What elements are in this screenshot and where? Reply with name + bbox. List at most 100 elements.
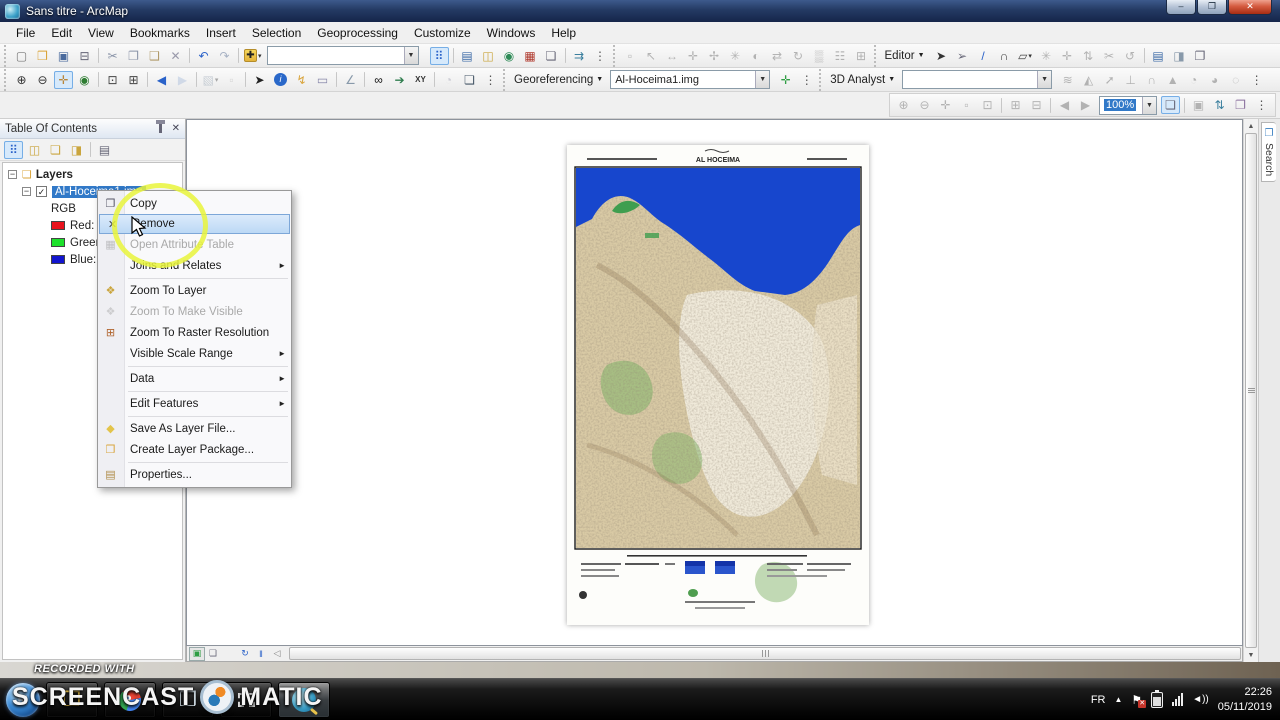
sun-shadow-icon[interactable]: ◔ (1184, 71, 1203, 89)
menu-view[interactable]: View (80, 24, 122, 42)
sketch-tool-icon[interactable]: / (974, 47, 993, 65)
map-canvas[interactable]: AL HOCEIMA (186, 119, 1243, 646)
layout-zoom-out-icon[interactable]: ⊖ (915, 96, 934, 114)
raster-icon[interactable]: ▒ (810, 47, 829, 65)
go-to-xy-icon[interactable]: XY (411, 71, 430, 89)
profile-graph-icon[interactable]: ◭ (1079, 71, 1098, 89)
pin-icon[interactable] (155, 120, 165, 133)
zoom-out-icon[interactable]: ⊖ (33, 71, 52, 89)
arctoolbox-icon[interactable]: ▦ (521, 47, 540, 65)
add-control-points-icon[interactable]: ✛ (776, 71, 795, 89)
grid-icon[interactable]: ⊞ (852, 47, 871, 65)
clear-selection-icon[interactable]: ▫ (222, 71, 241, 89)
find-route-icon[interactable]: ➔ (390, 71, 409, 89)
menu-edit[interactable]: Edit (43, 24, 80, 42)
menu-customize[interactable]: Customize (406, 24, 479, 42)
focus-dataframe-icon[interactable]: ▣ (1189, 96, 1208, 114)
context-item-edit-features[interactable]: · Edit Features ► (98, 393, 291, 417)
list-by-visibility-icon[interactable]: ❏ (46, 141, 65, 159)
georef-overflow-icon[interactable]: ⋮ (797, 71, 816, 89)
list-by-source-icon[interactable]: ◫ (25, 141, 44, 159)
back-extent-icon[interactable]: ◀ (152, 71, 171, 89)
toolbar-icon[interactable] (1050, 97, 1051, 113)
menu-selection[interactable]: Selection (244, 24, 309, 42)
toc-layers-group[interactable]: − ❏ Layers (3, 166, 182, 183)
toolbar-icon[interactable] (1184, 97, 1185, 113)
select-elements-icon[interactable]: ➤ (250, 71, 269, 89)
toolbar-icon[interactable] (1001, 97, 1002, 113)
attributes-icon[interactable]: ▤ (1149, 47, 1168, 65)
menu-file[interactable]: File (8, 24, 43, 42)
move-corner-icon[interactable]: ↖ (642, 47, 661, 65)
action-center-icon[interactable]: ⚑ ✕ (1131, 693, 1147, 708)
layout-back-icon[interactable]: ◀ (1055, 96, 1074, 114)
toolbar-icon[interactable] (189, 48, 190, 63)
taskbar-chrome-button[interactable] (104, 681, 156, 718)
data-driven-pages-icon[interactable]: ❐ (1231, 96, 1250, 114)
taskbar-arcmap-button[interactable] (278, 681, 330, 718)
zoom-in-icon[interactable]: ⊕ (12, 71, 31, 89)
find-icon[interactable]: ∞ (369, 71, 388, 89)
toolbar-icon[interactable] (1143, 48, 1145, 63)
vertex-tool-icon[interactable]: ✳ (1037, 47, 1056, 65)
layout-100-icon[interactable]: ⊡ (978, 96, 997, 114)
toolbar-icon[interactable] (452, 48, 454, 63)
layout-fixed-in-icon[interactable]: ⊞ (1006, 96, 1025, 114)
vertical-scroll-thumb[interactable] (1245, 133, 1257, 648)
close-button[interactable]: ✕ (1228, 0, 1272, 15)
combo-dropdown-icon[interactable]: ▼ (1037, 71, 1052, 88)
shift-icon[interactable]: ↔ (663, 47, 682, 65)
toolbar-icon[interactable] (196, 72, 197, 87)
layout-overflow-icon[interactable]: ⋮ (1252, 96, 1271, 114)
network-signal-icon[interactable] (1172, 693, 1184, 706)
data-view-button[interactable]: ▣ (189, 646, 205, 661)
print-icon[interactable]: ⊟ (75, 47, 94, 65)
extent-box-icon[interactable]: ▫ (621, 47, 640, 65)
scroll-down-icon[interactable]: ▼ (1244, 648, 1258, 662)
context-item-create-layer-package[interactable]: ❒ Create Layer Package... (98, 439, 291, 463)
edit-tool-icon[interactable]: ⠿ (429, 46, 449, 65)
redo-icon[interactable]: ↷ (215, 47, 234, 65)
refresh-view-button[interactable]: ↻ (237, 647, 253, 661)
georef-layer-combo[interactable]: Al-Hoceima1.img ▼ (610, 70, 771, 89)
taskbar-clock[interactable]: 22:26 05/11/2019 (1218, 685, 1276, 714)
cut-icon[interactable]: ✂ (103, 47, 122, 65)
map-scale-combo[interactable]: ▼ (266, 46, 419, 65)
tree-expander-icon[interactable]: − (22, 187, 31, 196)
snap-tool-icon[interactable]: ✛ (1058, 47, 1077, 65)
undo-sketch-icon[interactable]: ↺ (1121, 47, 1140, 65)
model-builder-icon[interactable]: ⇉ (570, 47, 589, 65)
fixed-zoom-in-icon[interactable]: ⊡ (103, 71, 122, 89)
toolbar-icon[interactable] (336, 72, 337, 87)
viewer-window-icon[interactable]: ❏ (460, 71, 479, 89)
tree-expander-icon[interactable]: − (8, 170, 17, 179)
arc-tool-icon[interactable]: ∩ (995, 47, 1014, 65)
context-item-zoom-to-layer[interactable]: ❖ Zoom To Layer (98, 280, 291, 301)
table-of-contents-icon[interactable]: ▤ (458, 47, 477, 65)
toolbar-icon[interactable] (98, 48, 99, 63)
analyst-overflow-icon[interactable]: ⋮ (1247, 71, 1266, 89)
contrast-icon[interactable]: ◐ (747, 47, 766, 65)
context-item-zoom-to-make-visible[interactable]: ❖ Zoom To Make Visible (98, 301, 291, 322)
combo-dropdown-icon[interactable]: ▼ (755, 71, 770, 88)
analyst-3d-menu-button[interactable]: 3D Analyst ▼ (826, 74, 899, 86)
menu-help[interactable]: Help (543, 24, 584, 42)
prev-extent-button[interactable]: ◁ (269, 647, 285, 661)
combo-dropdown-icon[interactable]: ▼ (1142, 96, 1156, 114)
horizontal-scroll-thumb[interactable] (289, 647, 1241, 660)
identify-icon[interactable]: i (271, 71, 290, 89)
paste-icon[interactable]: ❑ (145, 47, 164, 65)
swap-icon[interactable]: ⇄ (768, 47, 787, 65)
show-hidden-icons-button[interactable]: ▲ (1115, 695, 1123, 704)
surface-icon[interactable]: ▲ (1163, 71, 1182, 89)
layer-3d-icon[interactable]: ◌ (1226, 71, 1245, 89)
layout-view-button[interactable]: ❏ (205, 647, 221, 661)
layout-pan-icon[interactable]: ✛ (936, 96, 955, 114)
toolbar-icon[interactable] (98, 72, 99, 87)
copy-icon[interactable]: ❐ (124, 47, 143, 65)
toolbar-overflow-icon[interactable]: ⋮ (591, 47, 610, 65)
search-tab[interactable]: ❐ Search (1261, 122, 1276, 183)
change-layout-icon[interactable]: ⇅ (1210, 96, 1229, 114)
new-map-icon[interactable]: ▢ (12, 47, 31, 65)
search-window-icon[interactable]: ◉ (500, 47, 519, 65)
